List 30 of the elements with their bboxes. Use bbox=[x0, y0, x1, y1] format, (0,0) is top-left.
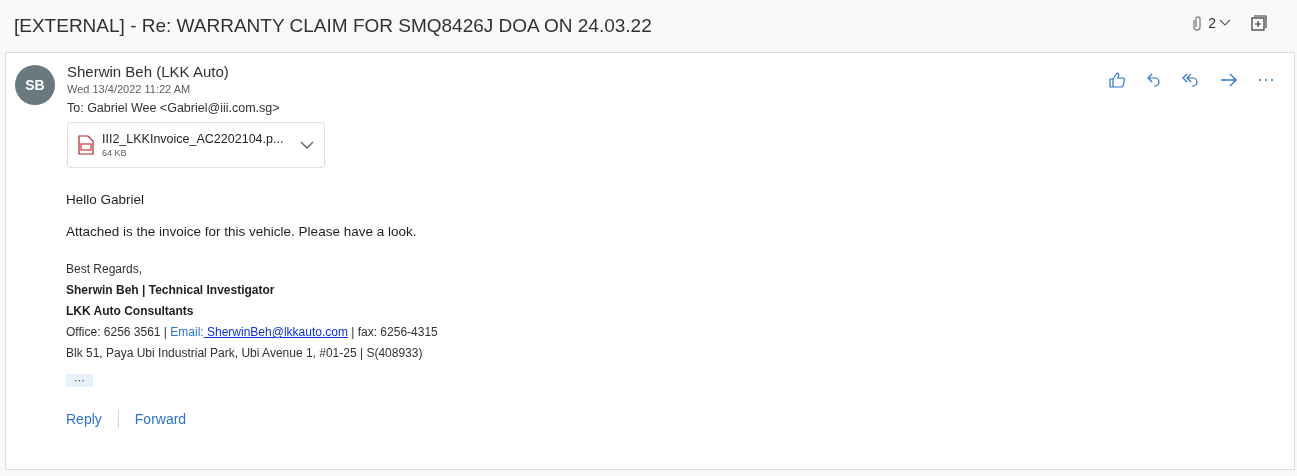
reply-icon[interactable] bbox=[1146, 72, 1162, 88]
attachment-count-button[interactable]: 2 bbox=[1208, 15, 1231, 31]
thumbs-up-icon[interactable] bbox=[1108, 71, 1126, 89]
avatar: SB bbox=[15, 65, 55, 105]
attachment-size: 64 KB bbox=[102, 148, 128, 158]
reply-all-icon[interactable] bbox=[1182, 72, 1200, 88]
recipient-line: To: Gabriel Wee <Gabriel@iii.com.sg> bbox=[67, 101, 281, 115]
popout-icon[interactable] bbox=[1251, 15, 1267, 31]
signature-line: Sherwin Beh | Technical Investigator bbox=[66, 282, 276, 299]
sent-date: Wed 13/4/2022 11:22 AM bbox=[67, 83, 192, 95]
sender-name: Sherwin Beh (LKK Auto) bbox=[67, 63, 230, 80]
contact-line: Office: 6256 3561 | Email: SherwinBeh@lkkauto.com | fax: 6256-4315 bbox=[66, 324, 439, 341]
signature-line: Best Regards, bbox=[66, 261, 144, 278]
email-link[interactable]: SherwinBeh@lkkauto.com bbox=[203, 325, 348, 339]
body-paragraph: Attached is the invoice for this vehicle. Please have a look. bbox=[66, 224, 418, 239]
action-link[interactable]: Reply bbox=[66, 411, 102, 427]
signature-line: Blk 51, Paya Ubi Industrial Park, Ubi Avenue 1, #01-25 | S(408933) bbox=[66, 345, 424, 362]
signature-line: LKK Auto Consultants bbox=[66, 303, 195, 320]
attachment-name: III2_LKKInvoice_AC2202104.p... bbox=[102, 132, 285, 146]
chevron-down-icon bbox=[1219, 19, 1231, 27]
action-link[interactable]: Forward bbox=[134, 411, 187, 427]
body-paragraph: Hello Gabriel bbox=[66, 192, 146, 207]
chevron-down-icon[interactable] bbox=[300, 140, 314, 150]
attachment-card[interactable]: III2_LKKInvoice_AC2202104.p... 64 KB bbox=[67, 122, 325, 168]
more-icon[interactable] bbox=[1258, 78, 1274, 82]
forward-icon[interactable] bbox=[1220, 73, 1238, 87]
show-more-button[interactable]: ··· bbox=[66, 374, 93, 387]
email-subject: [EXTERNAL] - Re: WARRANTY CLAIM FOR SMQ8426J DOA ON 24.03.22 bbox=[14, 15, 652, 37]
pdf-file-icon bbox=[78, 135, 94, 155]
paperclip-icon bbox=[1192, 15, 1203, 31]
